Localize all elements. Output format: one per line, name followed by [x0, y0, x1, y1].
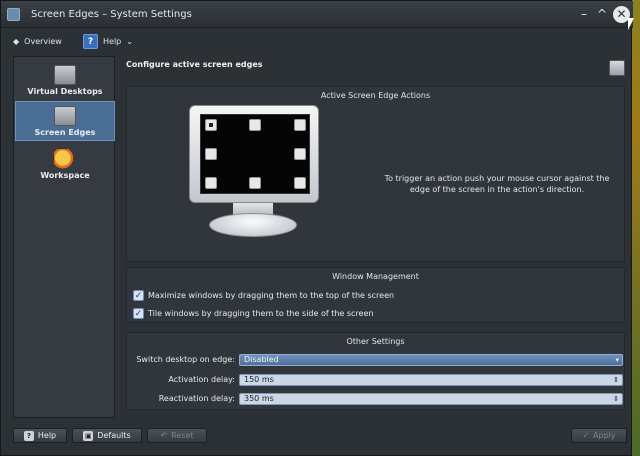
help-button[interactable]: ? Help — [13, 428, 67, 443]
overview-button[interactable]: ◆ Overview — [13, 33, 62, 49]
screen-edges-icon — [54, 106, 76, 126]
switch-desktop-value: Disabled — [244, 355, 279, 364]
help-icon: ? — [83, 33, 98, 49]
sidebar-item-virtual-desktops[interactable]: Virtual Desktops — [15, 61, 115, 101]
defaults-button-label: Defaults — [97, 431, 131, 440]
sidebar-item-screen-edges[interactable]: Screen Edges — [15, 101, 115, 141]
check-icon: ✓ — [582, 431, 590, 440]
back-arrow-icon: ◆ — [13, 36, 20, 46]
page-title: Configure active screen edges — [126, 60, 263, 69]
activation-delay-label: Activation delay: — [168, 375, 235, 384]
tile-checkbox[interactable]: ✓ — [133, 308, 144, 319]
maximize-checkbox[interactable]: ✓ — [133, 290, 144, 301]
sidebar: Virtual Desktops Screen Edges Workspace — [13, 56, 115, 418]
sidebar-item-label: Workspace — [40, 171, 90, 180]
sidebar-item-label: Virtual Desktops — [27, 87, 103, 96]
app-icon — [7, 8, 20, 21]
edge-top-left[interactable] — [205, 119, 217, 131]
switch-desktop-label: Switch desktop on edge: — [136, 355, 235, 364]
mouse-cursor-icon — [628, 18, 634, 30]
help-button-label: Help — [37, 431, 57, 440]
edge-bottom-right[interactable] — [294, 177, 306, 189]
maximize-button[interactable]: ^ — [595, 7, 609, 21]
edge-bottom-left[interactable] — [205, 177, 217, 189]
main-panel: Configure active screen edges Active Scr… — [125, 56, 625, 418]
group-title: Other Settings — [346, 337, 405, 346]
reset-button[interactable]: ↶ Reset — [147, 428, 207, 443]
activation-delay-value: 150 ms — [244, 375, 274, 384]
defaults-icon: ▣ — [83, 430, 94, 441]
reset-view-icon[interactable] — [609, 60, 625, 76]
spin-arrows-icon[interactable]: ⇕ — [613, 394, 619, 404]
edge-right[interactable] — [294, 148, 306, 160]
monitor-base — [209, 213, 297, 237]
title-bar[interactable]: Screen Edges – System Settings – ^ ✕ — [1, 1, 633, 28]
chevron-down-icon: ▾ — [615, 356, 619, 364]
window-management-group: Window Management ✓ Maximize windows by … — [126, 267, 625, 323]
monitor-illustration — [189, 105, 319, 203]
help-label: Help — [103, 36, 122, 46]
help-menu-button[interactable]: ? Help ⌄ — [83, 33, 133, 49]
apply-button-label: Apply — [593, 431, 616, 440]
apply-button[interactable]: ✓ Apply — [571, 428, 627, 443]
screen-edge-map — [200, 114, 310, 194]
defaults-button[interactable]: ▣ Defaults — [72, 428, 142, 443]
reactivation-delay-spinbox[interactable]: 350 ms ⇕ — [239, 393, 623, 405]
reactivation-delay-value: 350 ms — [244, 394, 274, 403]
edge-bottom[interactable] — [249, 177, 261, 189]
group-title: Window Management — [332, 272, 419, 281]
sidebar-item-label: Screen Edges — [34, 128, 96, 137]
maximize-option[interactable]: ✓ Maximize windows by dragging them to t… — [133, 290, 394, 301]
switch-desktop-select[interactable]: Disabled ▾ — [239, 354, 623, 366]
tile-label: Tile windows by dragging them to the sid… — [148, 309, 374, 318]
edge-hint-text: To trigger an action push your mouse cur… — [384, 174, 610, 194]
spin-arrows-icon[interactable]: ⇕ — [613, 375, 619, 385]
edge-left[interactable] — [205, 148, 217, 160]
chevron-down-icon: ⌄ — [126, 36, 133, 46]
edge-top-right[interactable] — [294, 119, 306, 131]
maximize-label: Maximize windows by dragging them to the… — [148, 291, 395, 300]
screen-edge-actions-group: Active Screen Edge Actions To trigger an… — [126, 86, 625, 262]
overview-label: Overview — [24, 36, 62, 46]
tile-option[interactable]: ✓ Tile windows by dragging them to the s… — [133, 308, 373, 319]
system-settings-window: Screen Edges – System Settings – ^ ✕ ◆ O… — [0, 0, 633, 456]
activation-delay-spinbox[interactable]: 150 ms ⇕ — [239, 374, 623, 386]
minimize-button[interactable]: – — [577, 7, 591, 21]
help-icon: ? — [23, 430, 34, 441]
sidebar-item-workspace[interactable]: Workspace — [15, 145, 115, 185]
group-title: Active Screen Edge Actions — [320, 91, 431, 100]
reset-button-label: Reset — [171, 431, 194, 440]
other-settings-group: Other Settings Switch desktop on edge: D… — [126, 332, 625, 410]
edge-top[interactable] — [249, 119, 261, 131]
desktop-switch-icon — [54, 65, 76, 85]
reactivation-delay-label: Reactivation delay: — [158, 394, 235, 403]
workspace-icon — [54, 149, 76, 169]
window-title: Screen Edges – System Settings — [31, 9, 192, 20]
toolbar: ◆ Overview ? Help ⌄ — [1, 29, 633, 53]
undo-icon: ↶ — [160, 431, 168, 440]
